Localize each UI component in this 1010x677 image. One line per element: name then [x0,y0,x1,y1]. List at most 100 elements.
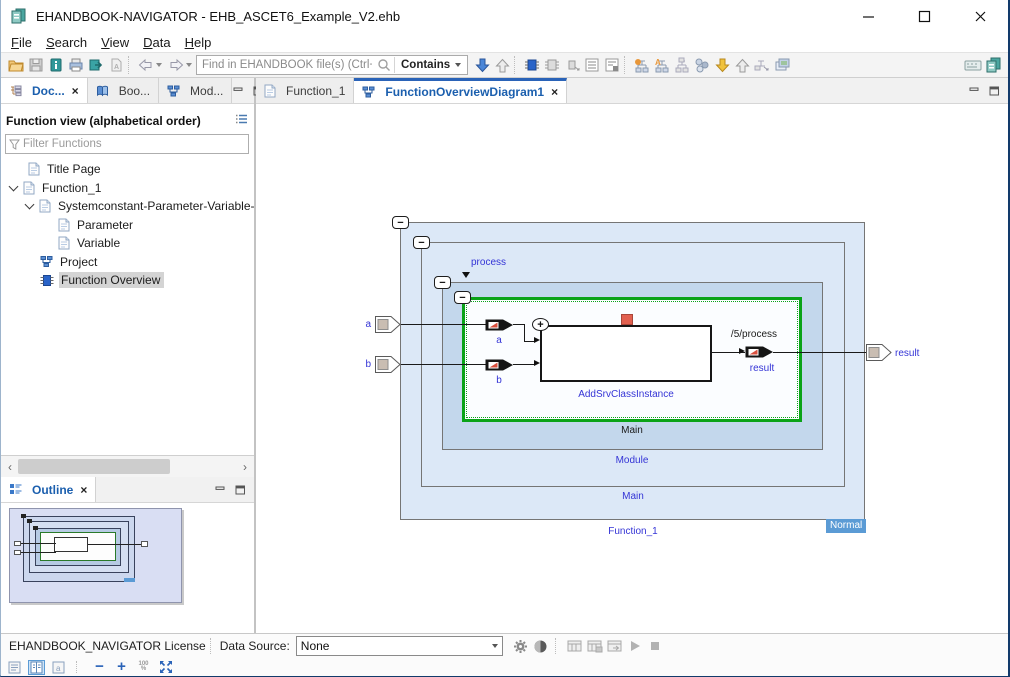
scroll-left-icon[interactable]: ‹ [1,460,19,474]
scrollbar-thumb[interactable] [18,459,170,474]
fit-screen-icon[interactable] [157,660,174,675]
search-previous-icon[interactable] [492,55,512,75]
module-view-icon[interactable] [542,55,562,75]
collapse-main-inner-button[interactable]: − [454,291,471,304]
receive-tag-a[interactable] [485,317,514,338]
layers-icon[interactable] [772,55,792,75]
editor-minimize-icon[interactable] [968,85,981,96]
tab-function-overview-diagram[interactable]: FunctionOverviewDiagram1 × [354,78,567,103]
collapse-main-outer-button[interactable]: − [413,236,430,249]
contains-dropdown[interactable]: Contains [398,59,467,71]
tab-models[interactable]: Mod... [159,78,232,103]
input-port-b[interactable] [375,356,401,378]
hierarchy-grey-icon[interactable] [672,55,692,75]
menu-help[interactable]: Help [178,34,219,51]
view-menu-icon[interactable] [234,113,248,128]
tree-item-function-1[interactable]: Function_1 [1,179,254,198]
expand-chevron-icon[interactable] [25,200,35,210]
record-experiment-icon[interactable] [565,636,585,656]
menu-view[interactable]: View [94,34,136,51]
list-view-icon[interactable] [582,55,602,75]
menu-search[interactable]: Search [39,34,94,51]
function-overview-chip-icon [40,274,54,287]
app-logo-icon [10,7,28,25]
datasource-select[interactable]: None [296,636,503,656]
pdf-icon[interactable]: A [106,55,126,75]
document-icon [264,84,276,98]
page-text-view-icon[interactable]: a [50,660,67,675]
tree-item-parameter[interactable]: Parameter [1,216,254,235]
book-view-icon[interactable] [28,660,45,675]
tab-diagram-close-icon[interactable]: × [551,85,558,99]
output-port-result[interactable] [866,344,892,366]
addsrvclass-block[interactable] [540,325,712,382]
print-icon[interactable] [66,55,86,75]
maximize-button[interactable] [896,0,952,32]
stop-icon[interactable] [645,636,665,656]
tab-function-1[interactable]: Function_1 [256,78,354,103]
open-folder-icon[interactable] [6,55,26,75]
input-port-a[interactable] [375,316,401,338]
function-overview-icon[interactable] [522,55,542,75]
hierarchy-rename-icon[interactable]: A [652,55,672,75]
import-annotations-icon[interactable] [712,55,732,75]
nav-forward-icon[interactable] [166,55,186,75]
ehb-logo-icon[interactable] [983,55,1003,75]
sidebar-minimize-icon[interactable] [232,85,245,96]
minimize-button[interactable] [840,0,896,32]
outline-minimize-icon[interactable] [214,484,227,495]
export-icon[interactable] [86,55,106,75]
sidebar-horizontal-scrollbar[interactable]: ‹ › [1,455,254,477]
tab-outline[interactable]: Outline × [1,477,96,502]
scroll-right-icon[interactable]: › [236,460,254,474]
diagram-canvas[interactable]: − − − − process a b a [256,104,1008,633]
filter-functions-input[interactable] [20,138,248,150]
nav-forward-dropdown-icon[interactable] [186,63,192,67]
close-button[interactable] [952,0,1008,32]
tab-documents-close-icon[interactable]: × [72,84,79,98]
tab-bookmarks[interactable]: Boo... [88,78,159,103]
menu-file[interactable]: File [4,34,39,51]
record-export-icon[interactable] [605,636,625,656]
outline-thumbnail[interactable] [9,508,182,603]
eye-icon[interactable] [531,636,551,656]
menu-data[interactable]: Data [136,34,177,51]
receive-tag-b[interactable] [485,357,514,378]
tree-item-systemconstant[interactable]: Systemconstant-Parameter-Variable-C [1,197,254,216]
send-tag-result[interactable] [745,344,774,365]
gear-icon[interactable] [511,636,531,656]
save-icon[interactable] [26,55,46,75]
component-view-icon[interactable] [562,55,582,75]
expand-chevron-icon[interactable] [9,181,19,191]
search-input[interactable] [197,57,377,73]
collapse-function-button[interactable]: − [392,216,409,229]
handbook-icon[interactable] [46,55,66,75]
zoom-100-icon[interactable]: 100% [135,660,152,675]
keyboard-icon[interactable] [963,55,983,75]
zoom-out-icon[interactable]: − [91,660,108,675]
table-settings-icon[interactable] [602,55,622,75]
tree-item-title-page[interactable]: Title Page [1,160,254,179]
expand-addsrvclass-button[interactable]: + [532,318,549,331]
model-link-icon[interactable] [752,55,772,75]
tree-item-function-overview[interactable]: Function Overview [1,271,254,290]
search-next-icon[interactable] [472,55,492,75]
outline-maximize-icon[interactable] [234,484,247,495]
tab-documents[interactable]: Doc... × [1,78,88,103]
record-config-icon[interactable] [585,636,605,656]
tab-outline-close-icon[interactable]: × [80,483,87,497]
play-icon[interactable] [625,636,645,656]
process-label: process [471,257,506,268]
nav-back-icon[interactable] [136,55,156,75]
collapse-module-button[interactable]: − [434,276,451,289]
editor-maximize-icon[interactable] [988,85,1001,96]
zoom-in-icon[interactable]: + [113,660,130,675]
compare-icon[interactable] [692,55,712,75]
hierarchy-add-icon[interactable] [632,55,652,75]
single-page-view-icon[interactable] [6,660,23,675]
export-annotations-icon[interactable] [732,55,752,75]
tree-item-variable[interactable]: Variable [1,234,254,253]
tab-documents-label: Doc... [32,84,65,98]
nav-back-dropdown-icon[interactable] [156,63,162,67]
tree-item-project[interactable]: Project [1,253,254,272]
